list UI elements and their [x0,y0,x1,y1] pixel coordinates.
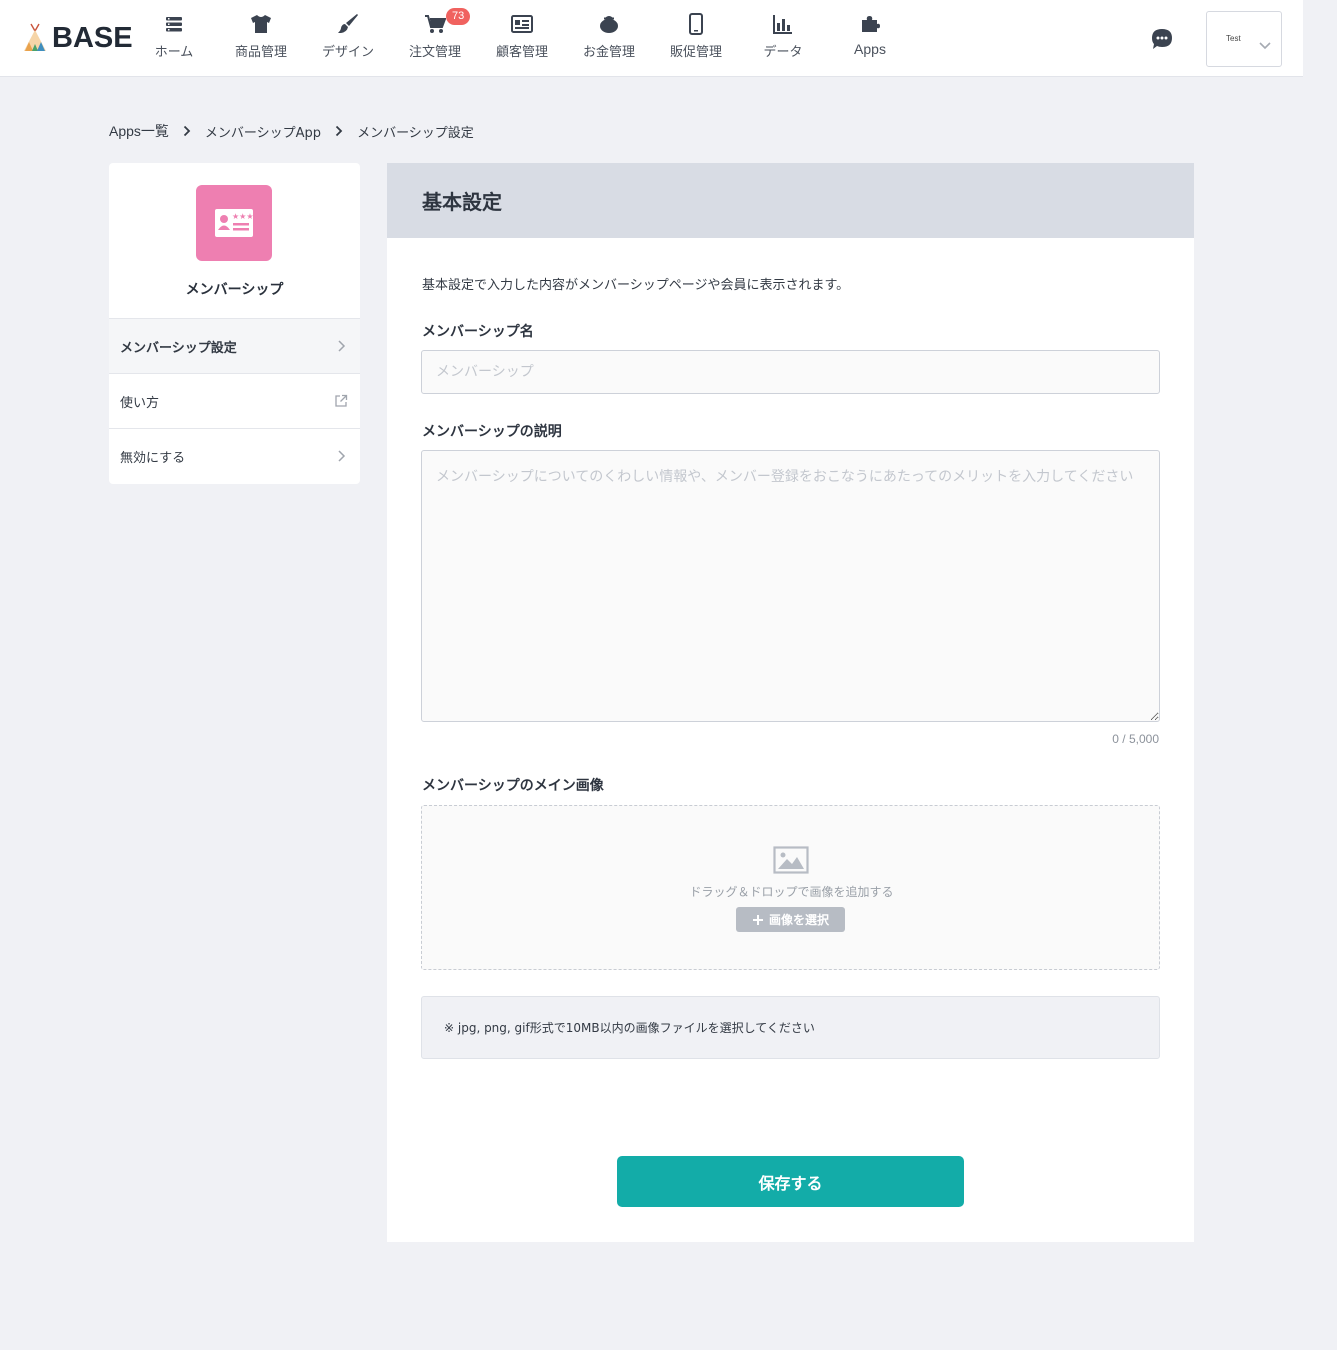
breadcrumb-membership-app[interactable]: メンバーシップApp [205,122,321,141]
membership-description-label: メンバーシップの説明 [422,424,562,440]
chat-button[interactable] [1150,27,1174,51]
nav-label: Apps [854,41,886,57]
settings-description: 基本設定で入力した内容がメンバーシップページや会員に表示されます。 [422,278,850,293]
list-icon [166,17,182,32]
section-title: 基本設定 [422,190,502,214]
membership-name-input[interactable] [421,350,1160,394]
membership-description-textarea[interactable] [421,450,1160,722]
chevron-right-icon [338,340,346,352]
chevron-down-icon [1259,42,1271,50]
nav-finance[interactable]: お金管理 [565,12,653,66]
image-dropzone[interactable]: ドラッグ＆ドロップで画像を追加する 画像を選択 [421,805,1160,970]
user-menu-dropdown[interactable]: Test [1206,11,1282,67]
sidebar-item-label: 無効にする [120,450,186,466]
save-button[interactable]: 保存する [617,1156,964,1207]
top-header: BASE ホーム 商品管理 デザイン 73 注文管理 顧客管理 お金管理 販促管… [0,0,1303,77]
logo-text: BASE [52,21,133,54]
dropzone-text: ドラッグ＆ドロップで画像を追加する [689,885,894,899]
chevron-right-icon [338,450,346,462]
nav-label: 商品管理 [234,45,287,60]
image-icon [773,846,809,874]
nav-apps[interactable]: Apps [826,12,914,66]
user-name: Test [1226,34,1241,43]
nav-label: 注文管理 [408,45,461,60]
nav-products[interactable]: 商品管理 [217,12,305,66]
base-logo[interactable]: BASE [22,20,133,56]
external-link-icon [335,394,348,407]
tipi-logo-icon [24,23,46,51]
orders-count-badge: 73 [446,8,471,25]
app-sidebar: ★★★ メンバーシップ メンバーシップ設定 使い方 無効にする [109,163,360,484]
breadcrumb: Apps一覧 メンバーシップApp メンバーシップ設定 [109,121,474,141]
sidebar-item-disable[interactable]: 無効にする [109,428,360,483]
member-card-icon: ★★★ [215,209,254,237]
character-counter: 0 / 5,000 [1112,732,1159,746]
nav-customers[interactable]: 顧客管理 [478,12,566,66]
nav-label: ホーム [154,45,194,60]
app-title: メンバーシップ [185,282,284,298]
id-card-icon [511,15,533,33]
wallet-icon [600,16,618,33]
chat-bubble-icon [1152,29,1172,49]
tshirt-icon [251,15,271,33]
nav-home[interactable]: ホーム [130,12,218,66]
nav-design[interactable]: デザイン [304,12,392,66]
chevron-right-icon [335,125,343,137]
membership-name-label: メンバーシップ名 [422,324,534,340]
nav-label: 販促管理 [669,45,722,60]
membership-app-icon: ★★★ [196,185,272,261]
bar-chart-icon [773,15,792,34]
puzzle-icon [862,16,880,32]
chevron-right-icon [183,125,191,137]
nav-label: 顧客管理 [495,45,548,60]
nav-orders[interactable]: 73 注文管理 [391,8,479,66]
nav-label: デザイン [321,45,374,60]
sidebar-item-label: 使い方 [120,395,160,411]
main-image-label: メンバーシップのメイン画像 [422,778,604,794]
cart-icon [425,15,446,33]
svg-text:★★★: ★★★ [232,212,254,221]
phone-icon [689,13,703,35]
sidebar-item-label: メンバーシップ設定 [120,340,237,356]
sidebar-item-how-to-use[interactable]: 使い方 [109,373,360,428]
select-image-label: 画像を選択 [768,913,829,927]
sidebar-item-membership-settings[interactable]: メンバーシップ設定 [109,318,360,373]
note-text: ※ jpg, png, gif形式で10MB以内の画像ファイルを選択してください [444,1021,815,1035]
plus-icon [752,914,763,925]
basic-settings-panel: 基本設定 基本設定で入力した内容がメンバーシップページや会員に表示されます。 メ… [387,163,1194,1242]
section-header: 基本設定 [387,163,1194,238]
breadcrumb-apps-list[interactable]: Apps一覧 [109,121,169,141]
breadcrumb-current: メンバーシップ設定 [357,125,474,141]
nav-label: データ [763,45,803,60]
select-image-button[interactable]: 画像を選択 [736,907,845,932]
nav-promotion[interactable]: 販促管理 [652,12,740,66]
nav-data[interactable]: データ [739,12,827,66]
file-format-note: ※ jpg, png, gif形式で10MB以内の画像ファイルを選択してください [421,996,1160,1059]
nav-label: お金管理 [582,45,635,60]
brush-icon [338,14,358,33]
